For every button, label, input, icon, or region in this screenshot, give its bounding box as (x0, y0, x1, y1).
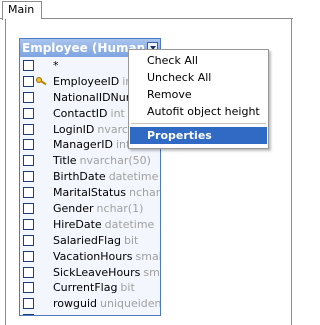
column-name: BirthDate (53, 170, 106, 184)
column-row[interactable]: HireDate datetime (20, 217, 160, 233)
table-title: Employee (HumanR (22, 41, 144, 55)
column-entry: HireDate datetime (53, 217, 154, 233)
column-checkbox[interactable] (23, 75, 34, 87)
column-type: datetime (108, 170, 159, 184)
column-type: nchar(1) (128, 186, 160, 200)
column-row[interactable]: SickLeaveHourssmallii (20, 265, 160, 281)
menu-separator (131, 123, 266, 124)
column-name: * (53, 59, 59, 72)
column-type: smallii (143, 265, 160, 279)
column-type: nchar(1) (96, 202, 144, 216)
column-row[interactable]: MaritalStatusnchar(1) (20, 185, 160, 201)
column-type: smallint (135, 249, 161, 263)
column-entry: ModifiedDatedatetime (53, 312, 160, 315)
menu-item-remove[interactable]: Remove (129, 86, 268, 103)
column-row[interactable]: Title nvarchar(50) (20, 153, 160, 169)
column-checkbox[interactable] (23, 282, 34, 294)
menu-item-properties[interactable]: Properties (130, 127, 267, 144)
column-name: VacationHours (53, 249, 133, 263)
menu-item-uncheck-all[interactable]: Uncheck All (129, 69, 268, 86)
column-checkbox[interactable] (23, 314, 34, 315)
column-name: SickLeaveHours (53, 265, 141, 279)
column-name: HireDate (53, 217, 102, 231)
column-checkbox[interactable] (23, 171, 34, 183)
column-checkbox[interactable] (23, 123, 34, 135)
column-checkbox[interactable] (23, 234, 34, 246)
column-row[interactable]: BirthDate datetime (20, 169, 160, 185)
column-name: SalariedFlag (53, 233, 121, 247)
menu-item-check-all[interactable]: Check All (129, 52, 268, 69)
column-type: int (110, 106, 125, 120)
column-row[interactable]: Gender nchar(1) (20, 201, 160, 217)
column-type: uniqueidentifi (100, 297, 160, 311)
column-checkbox[interactable] (23, 266, 34, 278)
column-checkbox[interactable] (23, 60, 34, 71)
column-entry: Title nvarchar(50) (53, 153, 151, 169)
column-entry: LoginID nvarch (53, 122, 135, 138)
column-checkbox[interactable] (23, 298, 34, 310)
column-name: MaritalStatus (53, 186, 126, 200)
menu-item-autofit-height[interactable]: Autofit object height (129, 103, 268, 120)
column-name: NationalIDNum (53, 90, 137, 104)
tab-strip: Main (0, 0, 293, 20)
column-entry: CurrentFlag bit (53, 280, 135, 296)
column-entry: MaritalStatusnchar(1) (53, 185, 160, 201)
column-checkbox[interactable] (23, 91, 34, 103)
column-entry: ManagerID int (53, 137, 130, 153)
column-name: Title (53, 154, 77, 168)
column-name: ModifiedDate (53, 313, 126, 315)
column-row[interactable]: VacationHourssmallint (20, 249, 160, 265)
column-name: LoginID (53, 122, 95, 136)
column-type: datetime (104, 217, 155, 231)
context-menu: Check All Uncheck All Remove Autofit obj… (128, 49, 269, 149)
column-entry: * (53, 58, 62, 74)
column-checkbox[interactable] (23, 203, 34, 215)
column-entry: SalariedFlag bit (53, 233, 138, 249)
column-name: EmployeeID (53, 74, 120, 88)
column-checkbox[interactable] (23, 250, 34, 262)
column-name: ContactID (53, 106, 108, 120)
column-entry: Gender nchar(1) (53, 201, 143, 217)
column-type: nvarchar(50) (79, 154, 151, 168)
column-checkbox[interactable] (23, 107, 34, 119)
column-type: datetime (129, 313, 160, 315)
column-entry: EmployeeIDint (53, 74, 137, 90)
column-entry: ContactID int (53, 106, 125, 122)
column-entry: NationalIDNum (53, 90, 139, 106)
column-row[interactable]: CurrentFlag bit (20, 280, 160, 296)
column-checkbox[interactable] (23, 218, 34, 230)
column-row[interactable]: rowguiduniqueidentifi (20, 296, 160, 312)
column-name: rowguid (53, 297, 97, 311)
column-entry: rowguiduniqueidentifi (53, 296, 160, 312)
column-name: ManagerID (53, 138, 113, 152)
column-checkbox[interactable] (23, 139, 34, 151)
column-row[interactable]: ModifiedDatedatetime (20, 312, 160, 315)
tab-main[interactable]: Main (2, 1, 42, 20)
column-type: bit (120, 281, 135, 295)
column-checkbox[interactable] (23, 187, 34, 199)
column-entry: SickLeaveHourssmallii (53, 265, 160, 281)
column-name: Gender (53, 202, 94, 216)
column-type: bit (123, 233, 139, 247)
column-row[interactable]: SalariedFlag bit (20, 233, 160, 249)
column-name: CurrentFlag (53, 281, 118, 295)
primary-key-icon (36, 76, 47, 86)
column-entry: BirthDate datetime (53, 169, 158, 185)
column-entry: VacationHourssmallint (53, 249, 160, 265)
column-checkbox[interactable] (23, 155, 34, 167)
